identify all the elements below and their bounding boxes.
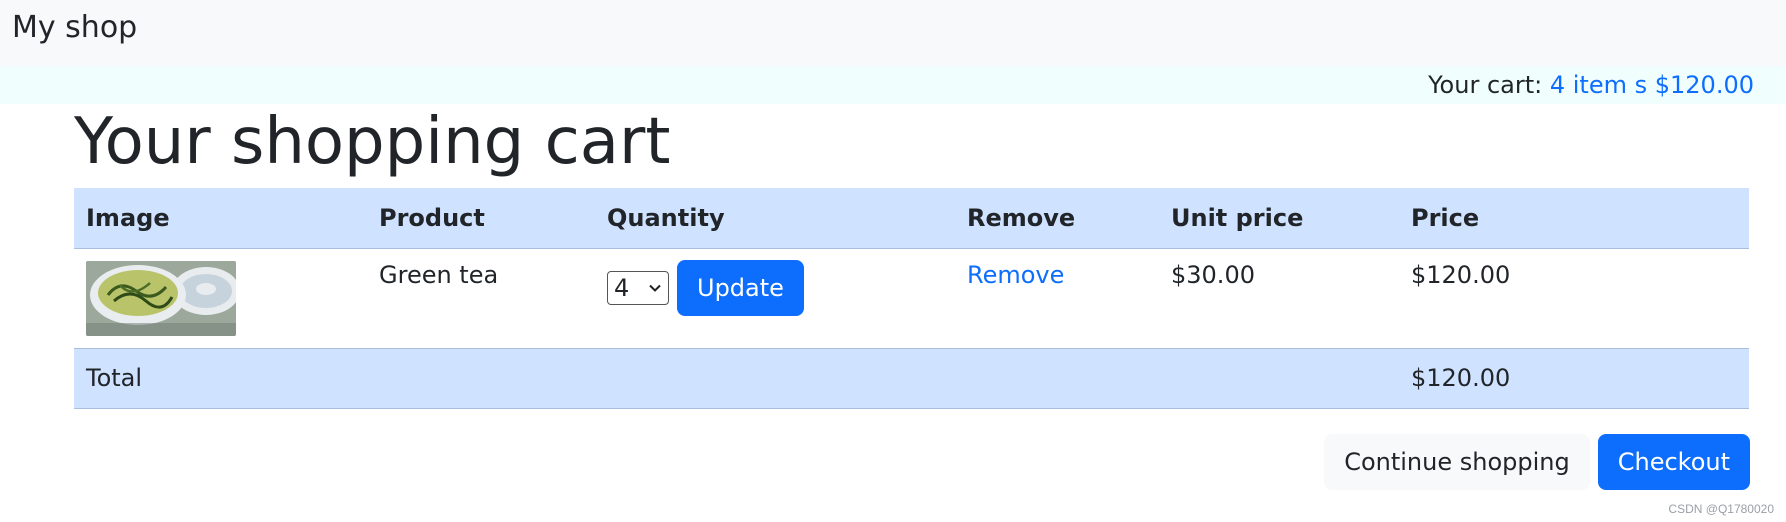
- total-row: Total $120.00: [74, 347, 1749, 409]
- table-row: Green tea 4 Update Remove $30.00 $120.00: [74, 248, 1749, 348]
- header-image: Image: [74, 188, 367, 249]
- continue-shopping-button[interactable]: Continue shopping: [1324, 434, 1590, 490]
- checkout-button[interactable]: Checkout: [1597, 434, 1750, 490]
- quantity-value: 4: [614, 273, 630, 302]
- update-button[interactable]: Update: [677, 259, 804, 316]
- header-unit-price: Unit price: [1159, 188, 1399, 249]
- quantity-cell: 4 Update: [595, 248, 955, 348]
- cart-summary-link[interactable]: 4 item s $120.00: [1550, 71, 1754, 99]
- header-quantity: Quantity: [595, 188, 955, 249]
- cart-actions: Continue shopping Checkout: [1324, 434, 1750, 490]
- cart-summary-bar: Your cart: 4 item s $120.00: [0, 66, 1786, 104]
- header-price: Price: [1399, 188, 1749, 249]
- row-price: $120.00: [1411, 260, 1511, 289]
- cart-summary: Your cart: 4 item s $120.00: [1428, 70, 1754, 100]
- cart-table-header: Image Product Quantity Remove Unit price…: [74, 188, 1749, 249]
- product-image[interactable]: [86, 260, 236, 336]
- total-label: Total: [74, 347, 367, 409]
- header-remove: Remove: [955, 188, 1159, 249]
- product-image-cell: [74, 248, 367, 348]
- quantity-select[interactable]: 4: [607, 270, 669, 305]
- navbar: My shop: [0, 0, 1786, 66]
- product-name: Green tea: [379, 260, 499, 289]
- page-title: Your shopping cart: [74, 105, 671, 179]
- watermark: CSDN @Q1780020: [1668, 502, 1774, 516]
- total-spacer: [367, 347, 1399, 409]
- header-product: Product: [367, 188, 595, 249]
- chevron-down-icon: [649, 284, 661, 292]
- unit-price: $30.00: [1171, 260, 1255, 289]
- cart-table: Image Product Quantity Remove Unit price…: [74, 188, 1749, 409]
- brand-link[interactable]: My shop: [12, 10, 137, 46]
- remove-link[interactable]: Remove: [967, 261, 1064, 289]
- cart-summary-label: Your cart:: [1428, 71, 1543, 99]
- remove-cell: Remove: [955, 248, 1159, 348]
- total-value: $120.00: [1399, 347, 1749, 409]
